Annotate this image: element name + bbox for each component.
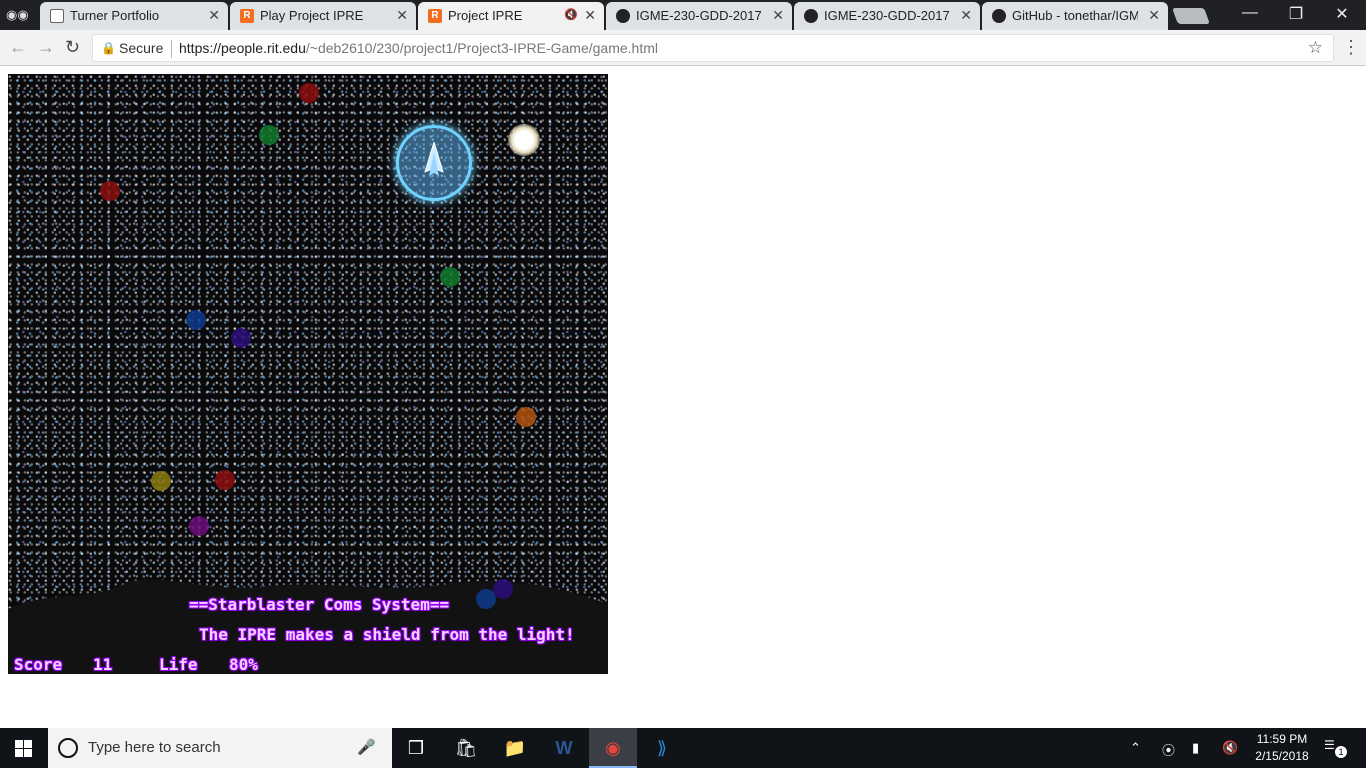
battery-icon[interactable]: ▮: [1192, 740, 1199, 756]
github-icon: [992, 9, 1006, 23]
close-icon[interactable]: ✕: [396, 7, 408, 24]
close-icon[interactable]: ✕: [208, 7, 220, 24]
bookmark-star-icon[interactable]: ☆: [1308, 38, 1323, 58]
taskbar-search[interactable]: Type here to search 🎤: [48, 728, 392, 768]
orb-orange: [516, 407, 536, 427]
incognito-icon: ◉◉: [6, 7, 29, 22]
browser-toolbar: ← → ↻ 🔒 Secure https://people.rit.edu/~d…: [0, 30, 1366, 66]
clock-date: 2/15/2018: [1255, 749, 1309, 763]
url-host: https://people.rit.edu: [179, 40, 306, 56]
windows-taskbar: Type here to search 🎤 ❒ 🛍 📁 W ◉ ⟫ ⌃ ⦿ ▮ …: [0, 728, 1366, 768]
github-icon: [616, 9, 630, 23]
tab-label: IGME-230-GDD-2017-Fa: [824, 8, 950, 23]
orb-red: [100, 181, 120, 201]
orb-red: [299, 83, 319, 103]
chevron-up-icon[interactable]: ⌃: [1130, 740, 1141, 756]
file-explorer-icon[interactable]: 📁: [491, 728, 539, 768]
minimize-icon[interactable]: —: [1227, 4, 1273, 22]
reload-icon[interactable]: ↻: [65, 37, 80, 58]
rit-icon: R: [240, 9, 254, 23]
orb-green: [259, 125, 279, 145]
notification-icon[interactable]: ☰ 1: [1324, 738, 1347, 758]
clock-time: 11:59 PM: [1256, 732, 1308, 746]
notification-count: 1: [1335, 746, 1347, 758]
orb-red: [215, 470, 235, 490]
orb-indigo: [493, 579, 513, 599]
search-placeholder: Type here to search: [88, 739, 221, 756]
vscode-icon[interactable]: ⟫: [638, 728, 686, 768]
light-orb: [508, 124, 540, 156]
close-icon[interactable]: ✕: [584, 7, 596, 24]
divider: [171, 40, 172, 58]
rit-icon: R: [428, 9, 442, 23]
windows-logo-icon: [15, 740, 32, 757]
close-icon[interactable]: ✕: [1148, 7, 1160, 24]
tab-igme-230-gdd-2[interactable]: IGME-230-GDD-2017-Fa ✕: [794, 2, 980, 30]
life-label: Life: [159, 655, 198, 674]
tab-label: Play Project IPRE: [260, 8, 364, 23]
secure-label[interactable]: Secure: [119, 40, 163, 56]
new-tab-button[interactable]: [1172, 8, 1210, 24]
tab-igme-230-gdd-1[interactable]: IGME-230-GDD-2017-Fa ✕: [606, 2, 792, 30]
speaker-muted-icon[interactable]: 🔇: [564, 8, 578, 21]
score-label: Score: [14, 655, 63, 674]
orb-green: [440, 267, 460, 287]
github-icon: [804, 9, 818, 23]
close-icon[interactable]: ✕: [960, 7, 972, 24]
tab-label: IGME-230-GDD-2017-Fa: [636, 8, 762, 23]
tab-play-project-ipre[interactable]: R Play Project IPRE ✕: [230, 2, 416, 30]
word-icon[interactable]: W: [540, 728, 588, 768]
start-button[interactable]: [0, 728, 48, 768]
tab-project-ipre[interactable]: R Project IPRE 🔇 ✕: [418, 2, 604, 30]
restore-icon[interactable]: ❐: [1273, 4, 1319, 24]
microphone-icon[interactable]: 🎤: [357, 738, 376, 756]
tab-label: Turner Portfolio: [70, 8, 160, 23]
spaceship-icon: [424, 142, 444, 176]
browser-tab-strip: ◉◉ Turner Portfolio ✕ R Play Project IPR…: [0, 0, 1366, 30]
url-path: /~deb2610/230/project1/Project3-IPRE-Gam…: [305, 40, 659, 56]
game-canvas[interactable]: ==Starblaster Coms System== The IPRE mak…: [8, 74, 608, 674]
task-view-icon[interactable]: ❒: [392, 728, 440, 768]
system-clock[interactable]: 11:59 PM 2/15/2018: [1250, 731, 1314, 765]
orb-yellow: [151, 471, 171, 491]
tab-github-tonethar[interactable]: GitHub - tonethar/IGME ✕: [982, 2, 1168, 30]
wifi-icon[interactable]: ⦿: [1162, 740, 1175, 759]
close-icon[interactable]: ✕: [772, 7, 784, 24]
chrome-menu-icon[interactable]: ⋮: [1342, 37, 1360, 58]
url-text[interactable]: https://people.rit.edu/~deb2610/230/proj…: [179, 40, 658, 56]
back-icon[interactable]: ←: [9, 37, 27, 58]
player-ship-shield: [396, 125, 472, 201]
score-value: 11: [93, 655, 113, 674]
tab-label: GitHub - tonethar/IGME: [1012, 8, 1138, 23]
lock-icon[interactable]: 🔒: [101, 41, 116, 55]
tab-turner-portfolio[interactable]: Turner Portfolio ✕: [40, 2, 228, 30]
chrome-icon[interactable]: ◉: [589, 728, 637, 768]
volume-muted-icon[interactable]: 🔇: [1222, 740, 1238, 756]
store-icon[interactable]: 🛍: [442, 728, 490, 768]
life-value: 80%: [229, 655, 258, 674]
orb-purple: [189, 516, 209, 536]
forward-icon[interactable]: →: [37, 37, 55, 58]
coms-message: The IPRE makes a shield from the light!: [199, 625, 575, 644]
document-icon: [50, 9, 64, 23]
address-bar[interactable]: 🔒 Secure https://people.rit.edu/~deb2610…: [92, 34, 1334, 62]
window-close-icon[interactable]: ✕: [1319, 4, 1365, 24]
orb-indigo: [231, 328, 251, 348]
coms-title: ==Starblaster Coms System==: [189, 595, 450, 614]
orb-blue: [186, 310, 206, 330]
cortana-icon: [58, 738, 78, 758]
tab-label: Project IPRE: [448, 8, 523, 23]
